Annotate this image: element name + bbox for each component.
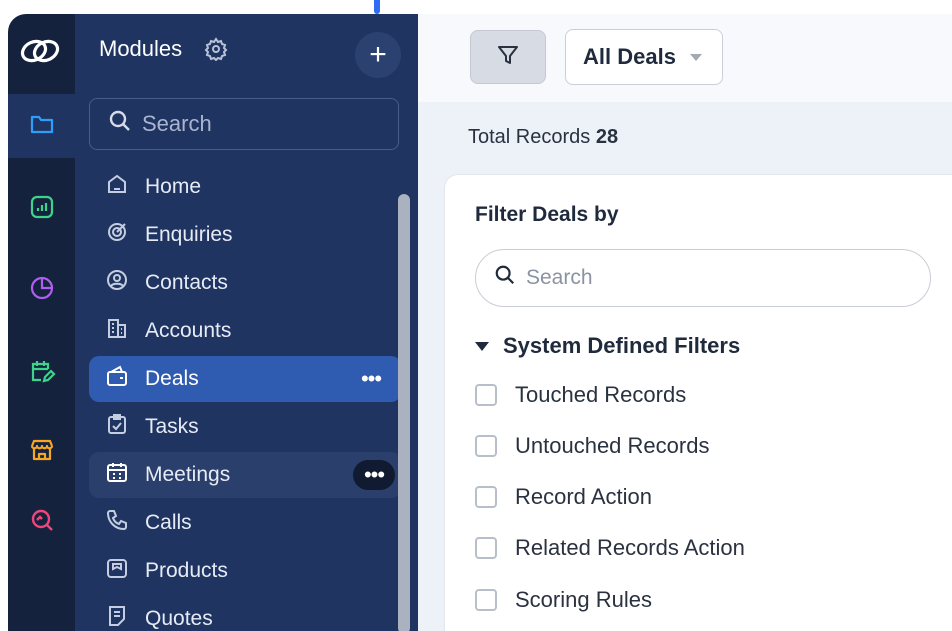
filter-icon: [496, 43, 520, 72]
modules-panel: Modules + Search Home Enquiries Contacts: [75, 14, 418, 631]
nav-item-calls[interactable]: Calls: [89, 500, 401, 546]
nav-item-enquiries[interactable]: Enquiries: [89, 212, 401, 258]
search-icon: [108, 109, 142, 139]
chevron-down-icon: [689, 53, 702, 61]
nav-label: Accounts: [145, 319, 232, 342]
filter-option-label: Touched Records: [515, 382, 687, 407]
modules-header: Modules: [99, 36, 228, 62]
app-window: Modules + Search Home Enquiries Contacts: [8, 14, 952, 631]
view-label: All Deals: [583, 44, 676, 69]
rail-item-modules[interactable]: [8, 94, 75, 158]
phone-icon: [105, 508, 145, 538]
modules-title: Modules: [99, 36, 183, 61]
search-placeholder: Search: [142, 111, 212, 136]
filter-option-label: Untouched Records: [515, 433, 710, 458]
more-options-icon[interactable]: •••: [353, 460, 395, 490]
section-title: System Defined Filters: [503, 333, 741, 358]
checkbox[interactable]: [475, 589, 497, 611]
more-options-icon[interactable]: •••: [353, 365, 389, 393]
checkbox[interactable]: [475, 384, 497, 406]
nav-label: Deals: [145, 367, 199, 390]
nav-label: Calls: [145, 511, 192, 534]
home-icon: [105, 172, 145, 202]
nav-label: Home: [145, 175, 202, 198]
nav-label: Products: [145, 559, 228, 582]
enquiries-icon: [105, 220, 145, 250]
folder-icon: [28, 110, 56, 143]
search-analytics-icon: [28, 506, 56, 539]
gear-icon[interactable]: [204, 37, 228, 62]
nav-label: Quotes: [145, 607, 213, 630]
filter-option-label: Scoring Rules: [515, 587, 652, 612]
main-content: All Deals Total Records 28 Filter Deals …: [418, 14, 952, 631]
rail-item-reports[interactable]: [8, 258, 75, 322]
rail-item-search[interactable]: [8, 490, 75, 554]
total-records-label: Total Records: [468, 126, 591, 148]
filter-panel-title: Filter Deals by: [475, 203, 619, 226]
checkbox[interactable]: [475, 435, 497, 457]
drag-indicator: [374, 0, 380, 14]
accounts-icon: [105, 316, 145, 346]
nav-item-contacts[interactable]: Contacts: [89, 260, 401, 306]
filter-option-touched-records[interactable]: Touched Records: [475, 382, 686, 408]
wallet-icon: [105, 364, 145, 394]
zoho-crm-logo[interactable]: [18, 36, 62, 66]
analytics-icon: [28, 193, 56, 226]
nav-label: Tasks: [145, 415, 199, 438]
rail-item-marketplace[interactable]: [8, 420, 75, 484]
checkbox[interactable]: [475, 486, 497, 508]
add-module-button[interactable]: +: [355, 32, 401, 78]
total-records: Total Records 28: [468, 126, 618, 149]
checkbox[interactable]: [475, 537, 497, 559]
search-icon: [494, 264, 526, 292]
tasks-icon: [105, 412, 145, 442]
caret-down-icon: [475, 341, 489, 351]
modules-scrollbar[interactable]: [398, 194, 410, 631]
filter-search-placeholder: Search: [526, 266, 593, 289]
filter-search-input[interactable]: Search: [475, 249, 931, 307]
list-toolbar: All Deals: [418, 14, 952, 102]
contacts-icon: [105, 268, 145, 298]
rail-item-analytics[interactable]: [8, 177, 75, 241]
nav-item-meetings[interactable]: Meetings •••: [89, 452, 401, 498]
nav-label: Contacts: [145, 271, 228, 294]
system-filters-section-toggle[interactable]: System Defined Filters: [475, 333, 740, 359]
filter-option-record-action[interactable]: Record Action: [475, 484, 652, 510]
filter-option-label: Related Records Action: [515, 535, 745, 560]
filter-toggle-button[interactable]: [470, 30, 546, 84]
filter-option-untouched-records[interactable]: Untouched Records: [475, 433, 709, 459]
filter-option-scoring-rules[interactable]: Scoring Rules: [475, 587, 652, 613]
products-icon: [105, 556, 145, 586]
plus-icon: +: [369, 38, 387, 71]
meetings-icon: [105, 460, 145, 490]
nav-item-deals[interactable]: Deals •••: [89, 356, 401, 402]
modules-search-input[interactable]: Search: [89, 98, 399, 150]
filter-option-related-records-action[interactable]: Related Records Action: [475, 535, 745, 561]
nav-item-products[interactable]: Products: [89, 548, 401, 594]
filter-option-label: Record Action: [515, 484, 652, 509]
rail-item-planner[interactable]: [8, 341, 75, 405]
nav-item-quotes[interactable]: Quotes: [89, 596, 401, 631]
nav-label: Meetings: [145, 463, 231, 486]
view-selector[interactable]: All Deals: [565, 29, 723, 85]
nav-item-tasks[interactable]: Tasks: [89, 404, 401, 450]
app-rail: [8, 14, 75, 631]
nav-item-accounts[interactable]: Accounts: [89, 308, 401, 354]
calendar-edit-icon: [28, 357, 56, 390]
nav-item-home[interactable]: Home: [89, 164, 401, 210]
nav-label: Enquiries: [145, 223, 233, 246]
pie-chart-icon: [28, 274, 56, 307]
store-icon: [28, 436, 56, 469]
filter-panel: Filter Deals by Search System Defined Fi…: [444, 174, 952, 631]
quotes-icon: [105, 604, 145, 631]
total-records-count: 28: [595, 126, 619, 148]
